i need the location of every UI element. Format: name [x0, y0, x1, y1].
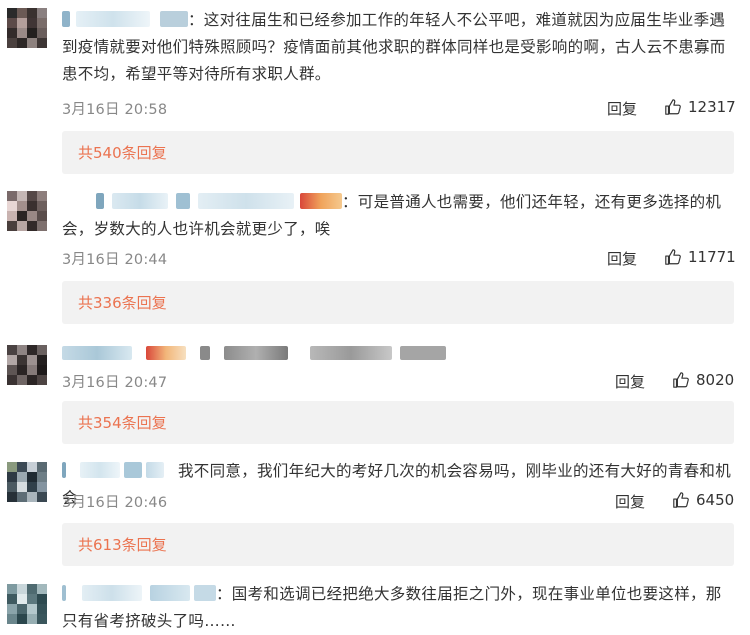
like-count: 11771: [688, 248, 736, 266]
comment-time: 3月16日 20:44: [62, 252, 168, 268]
username-blur[interactable]: [76, 11, 150, 27]
view-replies-link[interactable]: 共336条回复: [78, 292, 167, 313]
comment-time: 3月16日 20:47: [62, 375, 168, 391]
view-replies-link[interactable]: 共540条回复: [78, 142, 167, 163]
username-blur[interactable]: [194, 585, 216, 601]
avatar[interactable]: [7, 345, 47, 385]
avatar[interactable]: [7, 8, 47, 48]
like-button[interactable]: 11771: [664, 248, 736, 266]
comment-blur: [400, 346, 446, 360]
comment-text: ：可是普通人也需要，他们还年轻，还有更多选择的机会，岁数大的人也许机会就更少了，…: [62, 189, 734, 243]
thumbs-up-icon: [665, 249, 681, 265]
username-blur[interactable]: [82, 585, 142, 601]
view-replies-link[interactable]: 共354条回复: [78, 412, 167, 433]
reply-button[interactable]: 回复: [615, 491, 645, 512]
avatar[interactable]: [7, 462, 47, 502]
comment-text: ：这对往届生和已经参加工作的年轻人不公平吧，难道就因为应届生毕业季遇到疫情就要对…: [62, 7, 734, 88]
user-badge: [146, 346, 186, 360]
comment-time: 3月16日 20:58: [62, 102, 168, 118]
replies-box: 共354条回复: [62, 401, 734, 444]
view-replies-link[interactable]: 共613条回复: [78, 534, 167, 555]
thumbs-up-icon: [673, 492, 689, 508]
like-count: 6450: [696, 491, 735, 509]
like-button[interactable]: 8020: [672, 371, 734, 389]
username-blur[interactable]: [146, 462, 164, 478]
like-count: 8020: [696, 371, 735, 389]
reply-button[interactable]: 回复: [607, 98, 637, 119]
username-blur[interactable]: [62, 585, 66, 601]
username-blur[interactable]: [62, 346, 132, 360]
username-blur[interactable]: [96, 193, 104, 209]
username-blur[interactable]: [160, 11, 188, 27]
comment-blur: [224, 346, 288, 360]
thumbs-up-icon: [665, 99, 681, 115]
avatar[interactable]: [7, 191, 47, 231]
comment-blur: [310, 346, 392, 360]
like-button[interactable]: 12317: [664, 98, 736, 116]
replies-box: 共613条回复: [62, 523, 734, 566]
username-blur[interactable]: [80, 462, 120, 478]
username-blur[interactable]: [124, 462, 142, 478]
avatar[interactable]: [7, 584, 47, 624]
comment-text: [62, 340, 734, 362]
username[interactable]: [62, 11, 70, 27]
like-count: 12317: [688, 98, 736, 116]
like-button[interactable]: 6450: [672, 491, 734, 509]
username-blur[interactable]: [112, 193, 168, 209]
comment-time: 3月16日 20:46: [62, 495, 168, 511]
comment-text: ：国考和选调已经把绝大多数往届拒之门外，现在事业单位也要这样，那只有省考挤破头了…: [62, 581, 734, 635]
username-blur[interactable]: [200, 346, 210, 360]
username-blur[interactable]: [62, 462, 66, 478]
replies-box: 共336条回复: [62, 281, 734, 324]
username-blur[interactable]: [198, 193, 294, 209]
username-blur[interactable]: [150, 585, 190, 601]
user-badge: [300, 193, 342, 209]
replies-box: 共540条回复: [62, 131, 734, 174]
thumbs-up-icon: [673, 372, 689, 388]
reply-button[interactable]: 回复: [607, 248, 637, 269]
username-blur[interactable]: [176, 193, 190, 209]
reply-button[interactable]: 回复: [615, 371, 645, 392]
